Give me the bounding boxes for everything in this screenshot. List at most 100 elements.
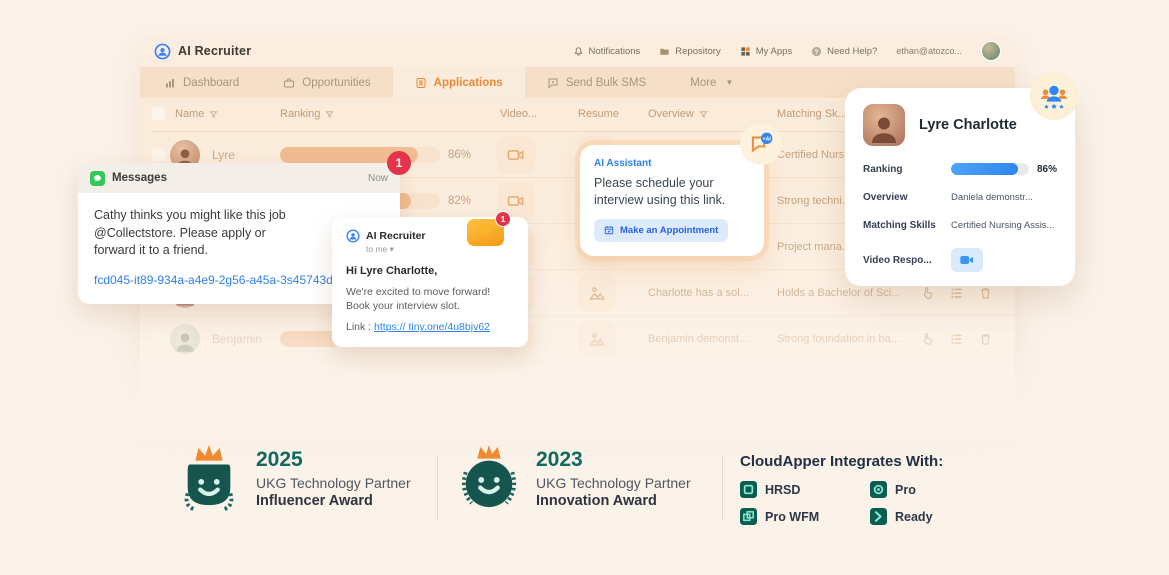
divider xyxy=(437,455,438,521)
applications-icon xyxy=(416,77,426,88)
select-all-checkbox[interactable] xyxy=(152,107,165,120)
tab-applications[interactable]: Applications xyxy=(392,67,525,98)
need-help-link[interactable]: ? Need Help? xyxy=(811,46,877,57)
ranking-label: Ranking xyxy=(863,163,903,175)
tab-dashboard[interactable]: Dashboard xyxy=(142,67,261,98)
profile-ranking-percent: 86% xyxy=(1036,163,1057,175)
page: AI Recruiter Notifications Repository My… xyxy=(0,0,1169,575)
video-response-button[interactable] xyxy=(951,248,983,272)
tab-opportunities[interactable]: Opportunities xyxy=(261,67,392,98)
pro-icon xyxy=(870,481,887,498)
resume-image-button[interactable] xyxy=(578,273,616,312)
matching-skills-label: Matching Skills xyxy=(863,220,936,231)
column-overview: Overview xyxy=(648,108,694,120)
video-response-button[interactable] xyxy=(497,135,535,174)
hrsd-icon xyxy=(740,481,757,498)
messages-card-header: Messages Now xyxy=(78,163,400,193)
divider xyxy=(722,455,723,521)
unread-badge: 1 xyxy=(495,211,511,227)
action-list-icon[interactable] xyxy=(949,331,964,346)
repository-link[interactable]: Repository xyxy=(659,45,721,57)
action-select-icon[interactable] xyxy=(920,285,935,300)
overview-text: Benjamin demonst... xyxy=(648,332,749,345)
action-delete-icon[interactable] xyxy=(978,331,993,346)
action-select-icon[interactable] xyxy=(920,331,935,346)
profile-name: Lyre Charlotte xyxy=(919,117,1017,133)
ai-recruiter-logo-icon xyxy=(154,43,171,59)
make-appointment-label: Make an Appointment xyxy=(620,224,719,236)
table-row[interactable]: Benjamin 50% Benjamin demonst... Strong … xyxy=(140,316,1015,362)
filter-icon[interactable] xyxy=(209,110,219,119)
make-appointment-button[interactable]: Make an Appointment xyxy=(594,218,729,242)
messages-title: Messages xyxy=(112,172,167,184)
email-link-label: Link : xyxy=(346,321,372,334)
row-checkbox[interactable] xyxy=(152,332,165,345)
team-icon xyxy=(1030,72,1078,120)
ready-icon xyxy=(870,508,887,525)
chat-bubble-icon xyxy=(548,78,558,89)
integrations-section: CloudApper Integrates With: HRSD Pro Pro… xyxy=(740,453,980,525)
email-sender: AI Recruiter xyxy=(366,230,426,242)
integrations-title: CloudApper Integrates With: xyxy=(740,453,944,470)
column-video: Video... xyxy=(500,108,538,120)
ukg-mascot-shield-icon xyxy=(184,445,234,511)
notifications-label: Notifications xyxy=(588,45,641,57)
candidate-name: Benjamin xyxy=(212,331,263,346)
resume-image-button[interactable] xyxy=(578,319,616,358)
messages-time: Now xyxy=(367,172,388,184)
my-apps-label: My Apps xyxy=(755,45,793,57)
award-year: 2025 xyxy=(256,447,303,471)
column-ranking: Ranking xyxy=(280,108,321,120)
svg-text:?: ? xyxy=(815,48,819,55)
tab-label: Applications xyxy=(433,76,503,89)
award-title: Innovation Award xyxy=(536,492,657,509)
pro-wfm-icon xyxy=(740,508,757,525)
integration-ready: Ready xyxy=(870,508,980,525)
email-body: We're excited to move forward! Book your… xyxy=(346,286,491,313)
integration-label: Pro xyxy=(895,482,916,497)
ranking-percent: 86% xyxy=(448,148,472,161)
column-resume: Resume xyxy=(578,108,619,120)
integration-pro: Pro xyxy=(870,481,980,498)
my-apps-link[interactable]: My Apps xyxy=(740,46,792,57)
profile-ranking-bar xyxy=(951,163,1029,175)
filter-icon[interactable] xyxy=(325,110,335,119)
email-link[interactable]: https:// tiny.one/4u8bjv62 xyxy=(374,321,490,333)
overview-value: Daniela demonstr... xyxy=(951,192,1033,203)
award-org: UKG Technology Partner xyxy=(256,474,411,491)
integration-pro-wfm: Pro WFM xyxy=(740,508,870,525)
tab-send-bulk-sms[interactable]: Send Bulk SMS xyxy=(525,67,669,98)
integration-label: HRSD xyxy=(765,482,801,497)
award-org: UKG Technology Partner xyxy=(536,474,691,491)
ai-assistant-message: Please schedule your interview using thi… xyxy=(594,176,726,207)
notifications-link[interactable]: Notifications xyxy=(573,45,641,57)
message-link[interactable]: fcd045-it89-934a-a4e9-2g56-a45a-3s45743d… xyxy=(94,272,344,289)
email-card[interactable]: 1 AI Recruiter to me ▾ Hi Lyre Charlotte… xyxy=(332,211,528,348)
candidate-profile-card[interactable]: Lyre Charlotte Ranking 86% Overview Dani… xyxy=(845,88,1075,286)
action-list-icon[interactable] xyxy=(949,285,964,300)
matching-skills-text: Strong techni... xyxy=(777,194,851,207)
ai-assistant-card[interactable]: +AI AI Assistant Please schedule your in… xyxy=(580,123,782,256)
candidate-avatar xyxy=(170,323,200,354)
matching-skills-text: Strong foundation in ba... xyxy=(777,332,900,345)
user-email[interactable]: ethan@atozco... xyxy=(896,46,962,56)
app-header: AI Recruiter Notifications Repository My… xyxy=(140,35,1015,67)
user-avatar[interactable] xyxy=(981,41,1001,61)
matching-skills-text: Holds a Bachelor of Sci... xyxy=(777,286,901,299)
ai-chat-bubble-icon: +AI xyxy=(740,123,782,165)
action-delete-icon[interactable] xyxy=(978,285,993,300)
profile-avatar xyxy=(863,104,905,146)
column-name: Name xyxy=(175,108,205,120)
message-text: Cathy thinks you might like this job @Co… xyxy=(94,208,286,257)
calendar-icon xyxy=(604,226,614,235)
envelope-icon: 1 xyxy=(467,211,511,246)
folder-icon xyxy=(660,48,669,55)
repository-label: Repository xyxy=(675,45,721,57)
svg-text:+AI: +AI xyxy=(763,136,772,142)
filter-icon[interactable] xyxy=(699,110,708,119)
integration-label: Pro WFM xyxy=(765,509,820,524)
tab-label: Dashboard xyxy=(183,76,240,89)
app-title: AI Recruiter xyxy=(178,44,252,58)
tab-more[interactable]: More ▼ xyxy=(668,67,755,98)
row-checkbox[interactable] xyxy=(152,148,165,161)
